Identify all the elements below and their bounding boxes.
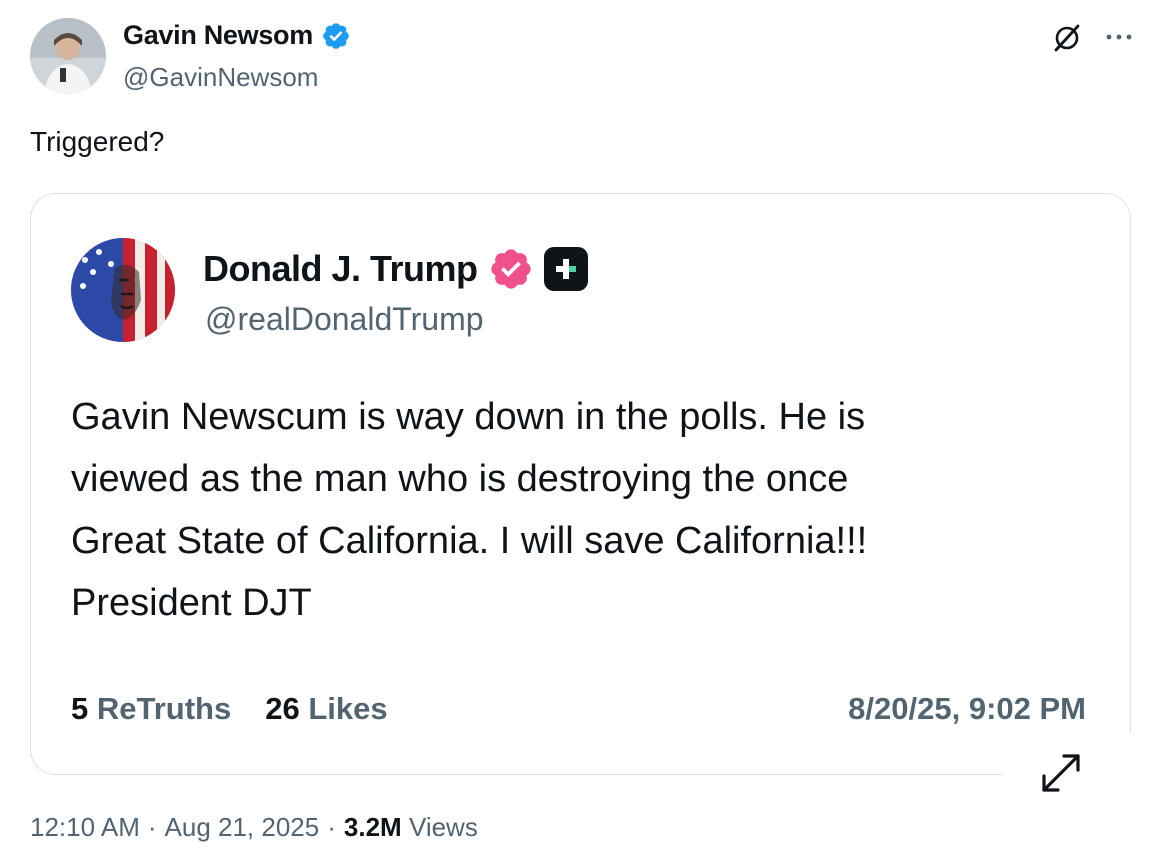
separator: ·: [147, 812, 157, 842]
views-label: Views: [408, 812, 478, 842]
author-avatar[interactable]: [30, 18, 106, 94]
tweet-page: Gavin Newsom @GavinNewsom Triggered? Don…: [0, 0, 1174, 862]
embed-body-line: viewed as the man who is destroying the …: [71, 458, 849, 500]
likes-label: Likes: [308, 691, 388, 726]
author-handle[interactable]: @GavinNewsom: [123, 62, 318, 93]
tweet-header: Gavin Newsom @GavinNewsom: [30, 18, 1134, 98]
flag-portrait-icon: [71, 238, 175, 342]
likes-count: 26: [265, 691, 300, 726]
embed-post-body: Gavin Newscum is way down in the polls. …: [71, 386, 1071, 634]
likes-stat[interactable]: 26 Likes: [265, 691, 387, 727]
retruths-count: 5: [71, 691, 89, 726]
more-icon[interactable]: [1104, 22, 1134, 52]
plus-badge-icon: [543, 247, 588, 291]
separator: ·: [327, 812, 336, 842]
author-name-row: Gavin Newsom: [123, 20, 351, 51]
header-actions: [1050, 20, 1134, 54]
tweet-text: Triggered?: [30, 126, 165, 157]
verified-badge-icon: [323, 22, 349, 49]
post-date[interactable]: Aug 21, 2025: [165, 812, 320, 843]
embed-author-name[interactable]: Donald J. Trump: [203, 248, 478, 290]
post-time[interactable]: 12:10 AM: [30, 812, 140, 843]
quoted-post-card[interactable]: Donald J. Trump @realDonaldTrump Gavin N…: [30, 193, 1131, 775]
grok-icon[interactable]: [1050, 20, 1084, 54]
embed-author-handle[interactable]: @realDonaldTrump: [205, 301, 484, 338]
embed-body-line: Gavin Newscum is way down in the polls. …: [71, 396, 866, 438]
expand-button-backdrop: [1002, 732, 1174, 802]
tweet-footer: 12:10 AM · Aug 21, 2025 · 3.2M Views: [30, 812, 478, 843]
author-name[interactable]: Gavin Newsom: [123, 20, 313, 51]
embed-body-line: Great State of California. I will save C…: [71, 520, 868, 562]
pink-verified-badge-icon: [490, 249, 531, 289]
embed-author-avatar[interactable]: [71, 238, 175, 342]
embed-timestamp: 8/20/25, 9:02 PM: [848, 691, 1086, 726]
expand-icon[interactable]: [1036, 748, 1086, 798]
embed-body-line: President DJT: [71, 582, 312, 624]
retruths-stat[interactable]: 5 ReTruths: [71, 691, 231, 727]
views-count: 3.2M: [343, 812, 402, 842]
avatar-photo-icon: [30, 18, 106, 94]
embed-stats: 5 ReTruths 26 Likes: [71, 691, 388, 727]
embed-name-row: Donald J. Trump: [203, 246, 588, 292]
views[interactable]: 3.2M Views: [344, 812, 478, 843]
retruths-label: ReTruths: [96, 691, 232, 726]
